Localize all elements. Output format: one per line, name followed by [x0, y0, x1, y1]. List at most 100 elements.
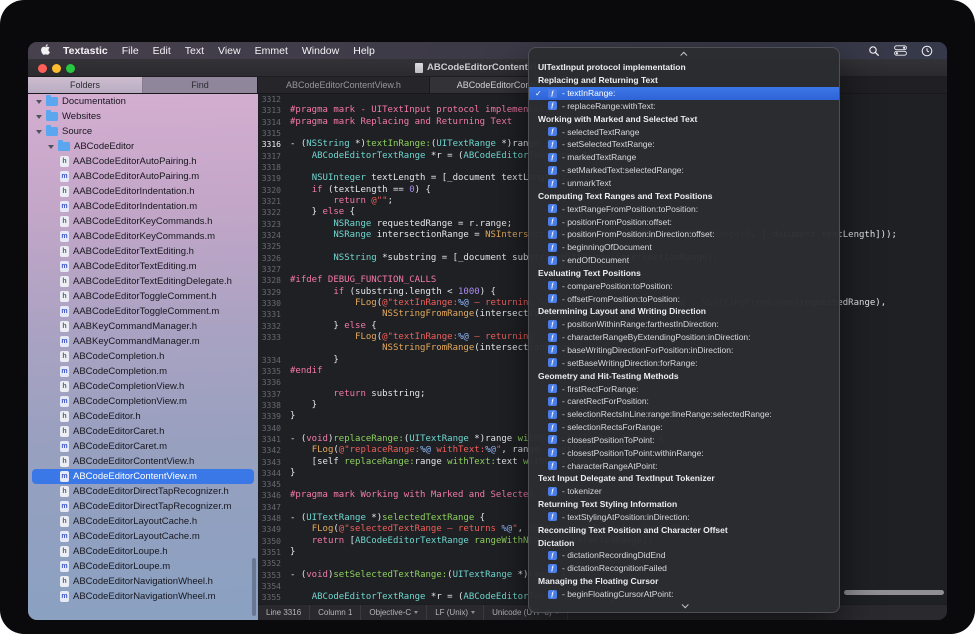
tree-file[interactable]: m AABCodeEditorKeyCommands.m — [28, 229, 258, 244]
popup-item[interactable]: f - closestPositionToPoint: — [529, 433, 839, 446]
disclosure-triangle-icon[interactable] — [36, 130, 42, 134]
status-item[interactable]: Objective-C — [361, 605, 428, 620]
tree-file[interactable]: m AABCodeEditorIndentation.m — [28, 199, 258, 214]
apple-menu[interactable] — [40, 44, 51, 57]
file-tree-sidebar[interactable]: Documentation Websites Source ABCodeEditor h… — [28, 94, 258, 620]
popup-item[interactable]: f - beginningOfDocument — [529, 241, 839, 254]
popup-item[interactable]: ✓ f - textInRange: — [529, 86, 839, 100]
tree-file[interactable]: h ABCodeEditorDirectTapRecognizer.h — [28, 484, 258, 499]
popup-item[interactable]: f - dictationRecordingDidEnd — [529, 549, 839, 562]
popup-item[interactable]: f - caretRectForPosition: — [529, 395, 839, 408]
status-item[interactable]: Line 3316 — [258, 605, 311, 620]
search-icon[interactable] — [868, 45, 880, 57]
popup-item[interactable]: f - setSelectedTextRange: — [529, 138, 839, 151]
tree-file[interactable]: h AABCodeEditorToggleComment.h — [28, 289, 258, 304]
tree-file[interactable]: h ABCodeEditorLoupe.h — [28, 544, 258, 559]
popup-item[interactable]: f - selectionRectsInLine:range:lineRange:… — [529, 408, 839, 421]
tree-file[interactable]: m ABCodeCompletionView.m — [28, 394, 258, 409]
popup-item[interactable]: f - tokenizer — [529, 485, 839, 498]
tree-file[interactable]: m AABKeyCommandManager.m — [28, 334, 258, 349]
tree-file[interactable]: h AABKeyCommandManager.h — [28, 319, 258, 334]
popup-item[interactable]: f - baseWritingDirectionForPosition:inDir… — [529, 344, 839, 357]
tree-item-label: AABKeyCommandManager.h — [73, 321, 198, 332]
tree-file[interactable]: m AABCodeEditorToggleComment.m — [28, 304, 258, 319]
tree-file[interactable]: m ABCodeEditorNavigationWheel.m — [28, 589, 258, 604]
popup-item[interactable]: f - endOfDocument — [529, 254, 839, 267]
tree-folder[interactable]: ABCodeEditor — [28, 139, 258, 154]
tree-file[interactable]: h ABCodeEditorLayoutCache.h — [28, 514, 258, 529]
tree-file[interactable]: h ABCodeEditorNavigationWheel.h — [28, 574, 258, 589]
tree-file[interactable]: h ABCodeEditorCaret.h — [28, 424, 258, 439]
tree-file[interactable]: m ABCodeCompletion.m — [28, 364, 258, 379]
popup-item[interactable]: f - comparePosition:toPosition: — [529, 279, 839, 292]
menu-item-view[interactable]: View — [211, 45, 248, 57]
popup-item[interactable]: f - markedTextRange — [529, 151, 839, 164]
menu-item-file[interactable]: File — [115, 45, 146, 57]
tree-file[interactable]: h AABCodeEditorAutoPairing.h — [28, 154, 258, 169]
sidebar-tab-find[interactable]: Find — [143, 77, 258, 93]
popup-item[interactable]: f - selectedTextRange — [529, 125, 839, 138]
popup-item[interactable]: f - textRangeFromPosition:toPosition: — [529, 202, 839, 215]
menu-item-window[interactable]: Window — [295, 45, 346, 57]
tree-file[interactable]: h ABCodeCompletionView.h — [28, 379, 258, 394]
disclosure-triangle-icon[interactable] — [36, 100, 42, 104]
tree-file[interactable]: h AABCodeEditorTextEditing.h — [28, 244, 258, 259]
popup-item[interactable]: f - setMarkedText:selectedRange: — [529, 164, 839, 177]
tree-folder[interactable]: Source — [28, 124, 258, 139]
tree-file[interactable]: h ABCodeEditor.h — [28, 409, 258, 424]
menu-item-help[interactable]: Help — [346, 45, 382, 57]
popup-item[interactable]: f - characterRangeByExtendingPosition:inD… — [529, 331, 839, 344]
tree-file[interactable]: m ABCodeEditorDirectTapRecognizer.m — [28, 499, 258, 514]
tree-file[interactable]: m ABCodeEditorContentView.m — [32, 469, 254, 484]
disclosure-triangle-icon[interactable] — [48, 145, 54, 149]
popup-item[interactable]: f - positionFromPosition:inDirection:offs… — [529, 228, 839, 241]
tree-file[interactable]: m ABCodeEditorCaret.m — [28, 439, 258, 454]
popup-item[interactable]: f - unmarkText — [529, 177, 839, 190]
menu-item-edit[interactable]: Edit — [146, 45, 178, 57]
tree-file[interactable]: m ABCodeEditorLoupe.m — [28, 559, 258, 574]
popup-item[interactable]: f - firstRectForRange: — [529, 382, 839, 395]
tree-folder[interactable]: Websites — [28, 109, 258, 124]
document-proxy-icon[interactable] — [414, 62, 423, 73]
scroll-up-arrow[interactable] — [529, 48, 839, 61]
tree-file[interactable]: m AABCodeEditorAutoPairing.m — [28, 169, 258, 184]
popup-item[interactable]: f - beginFloatingCursorAtPoint: — [529, 588, 839, 599]
app-menu[interactable]: Textastic — [56, 45, 115, 57]
clock-icon[interactable] — [921, 45, 933, 57]
menu-item-text[interactable]: Text — [178, 45, 211, 57]
tree-file[interactable]: m AABCodeEditorTextEditing.m — [28, 259, 258, 274]
file-icon: h — [60, 381, 69, 392]
editor-tab-header-file[interactable]: ABCodeEditorContentView.h — [258, 77, 430, 93]
sidebar-scrollbar[interactable] — [252, 558, 256, 616]
popup-item[interactable]: f - positionFromPosition:offset: — [529, 215, 839, 228]
tree-file[interactable]: h ABCodeEditorContentView.h — [28, 454, 258, 469]
tree-file[interactable]: h ABCodeCompletion.h — [28, 349, 258, 364]
popup-item[interactable]: f - closestPositionToPoint:withinRange: — [529, 446, 839, 459]
method-icon: f — [548, 332, 557, 342]
popup-item[interactable]: f - textStylingAtPosition:inDirection: — [529, 511, 839, 524]
tree-file[interactable]: h AABCodeEditorIndentation.h — [28, 184, 258, 199]
popup-item[interactable]: f - selectionRectsForRange: — [529, 421, 839, 434]
status-item[interactable]: Column 1 — [310, 605, 362, 620]
tree-folder[interactable]: Documentation — [28, 94, 258, 109]
zoom-button[interactable] — [66, 64, 75, 73]
status-item[interactable]: LF (Unix) — [427, 605, 485, 620]
popup-item[interactable]: f - positionWithinRange:farthestInDirecti… — [529, 318, 839, 331]
popup-item[interactable]: f - replaceRange:withText: — [529, 100, 839, 113]
minimize-button[interactable] — [52, 64, 61, 73]
close-button[interactable] — [38, 64, 47, 73]
popup-item[interactable]: f - dictationRecognitionFailed — [529, 562, 839, 575]
popup-item[interactable]: f - characterRangeAtPoint: — [529, 459, 839, 472]
tree-file[interactable]: h AABCodeEditorKeyCommands.h — [28, 214, 258, 229]
menu-item-emmet[interactable]: Emmet — [248, 45, 295, 57]
sidebar-tab-folders[interactable]: Folders — [28, 77, 143, 93]
scroll-down-arrow[interactable] — [529, 599, 839, 612]
popup-item[interactable]: f - setBaseWritingDirection:forRange: — [529, 356, 839, 369]
tree-file[interactable]: m ABCodeEditorLayoutCache.m — [28, 529, 258, 544]
tree-file[interactable]: h AABCodeEditorTextEditingDelegate.h — [28, 274, 258, 289]
control-center-icon[interactable] — [894, 45, 907, 56]
popup-item[interactable]: f - offsetFromPosition:toPosition: — [529, 292, 839, 305]
disclosure-triangle-icon[interactable] — [36, 115, 42, 119]
horizontal-scrollbar[interactable] — [844, 590, 944, 595]
code-text: - (UITextRange *)selectedTextRange { — [290, 513, 486, 524]
